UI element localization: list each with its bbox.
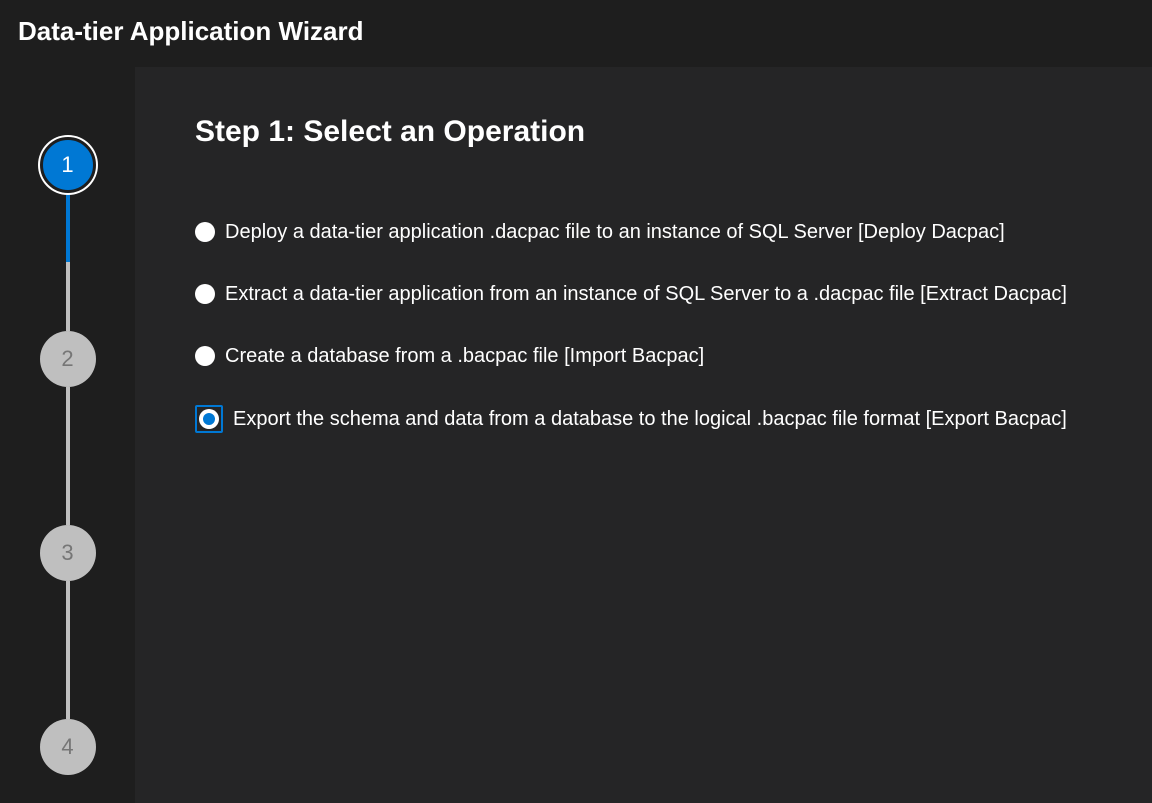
radio-label: Export the schema and data from a databa… xyxy=(233,406,1067,432)
step-node-4[interactable]: 4 xyxy=(40,719,96,775)
radio-label: Create a database from a .bacpac file [I… xyxy=(225,343,704,369)
step-connector-3 xyxy=(66,581,70,719)
step-connector-1 xyxy=(66,193,70,331)
options-list: Deploy a data-tier application .dacpac f… xyxy=(195,219,1092,433)
stepper-column: 1 2 3 4 xyxy=(0,67,135,803)
wizard-header: Data-tier Application Wizard xyxy=(0,0,1152,67)
step-number: 2 xyxy=(61,346,73,372)
radio-button-icon xyxy=(195,284,215,304)
wizard-title: Data-tier Application Wizard xyxy=(18,16,1134,47)
wizard-body: 1 2 3 4 Step 1: Select an Operation xyxy=(0,67,1152,803)
radio-option-import-bacpac[interactable]: Create a database from a .bacpac file [I… xyxy=(195,343,1092,369)
wizard-container: Data-tier Application Wizard 1 2 3 4 xyxy=(0,0,1152,803)
radio-option-export-bacpac[interactable]: Export the schema and data from a databa… xyxy=(195,405,1092,433)
radio-label: Extract a data-tier application from an … xyxy=(225,281,1067,307)
step-node-3[interactable]: 3 xyxy=(40,525,96,581)
radio-button-icon xyxy=(199,409,219,429)
content-panel: Step 1: Select an Operation Deploy a dat… xyxy=(135,67,1152,803)
stepper: 1 2 3 4 xyxy=(40,137,96,775)
step-connector-2 xyxy=(66,387,70,525)
step-node-2[interactable]: 2 xyxy=(40,331,96,387)
step-number: 3 xyxy=(61,540,73,566)
radio-focus-ring xyxy=(195,405,223,433)
step-number: 4 xyxy=(61,734,73,760)
radio-button-icon xyxy=(195,346,215,366)
radio-option-extract-dacpac[interactable]: Extract a data-tier application from an … xyxy=(195,281,1092,307)
radio-label: Deploy a data-tier application .dacpac f… xyxy=(225,219,1005,245)
step-number: 1 xyxy=(61,152,73,178)
radio-option-deploy-dacpac[interactable]: Deploy a data-tier application .dacpac f… xyxy=(195,219,1092,245)
step-heading: Step 1: Select an Operation xyxy=(195,115,1092,149)
radio-button-icon xyxy=(195,222,215,242)
step-node-1[interactable]: 1 xyxy=(40,137,96,193)
